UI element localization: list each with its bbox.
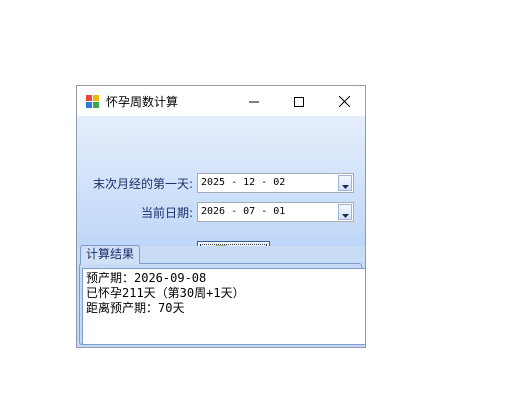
window-title: 怀孕周数计算: [106, 95, 179, 109]
lmp-dropdown-button[interactable]: [338, 175, 352, 191]
result-group-box: 计算结果 预产期：2026-09-08 已怀孕211天（第30周+1天） 距离预…: [79, 245, 366, 345]
maximize-icon: [294, 92, 304, 111]
lmp-label: 末次月经的第一天:: [92, 177, 193, 191]
result-text-area[interactable]: 预产期：2026-09-08 已怀孕211天（第30周+1天） 距离预产期：70…: [82, 268, 366, 345]
result-line-due-date: 预产期：2026-09-08: [86, 271, 207, 285]
today-date-value: 2026 - 07 - 01: [201, 206, 286, 217]
minimize-button[interactable]: [231, 86, 277, 116]
today-date-picker[interactable]: 2026 - 07 - 01: [197, 202, 354, 222]
today-dropdown-button[interactable]: [338, 204, 352, 220]
app-icon: [86, 94, 100, 108]
close-button[interactable]: [321, 86, 367, 116]
close-icon: [338, 92, 350, 111]
today-label: 当前日期:: [140, 206, 193, 220]
result-panel: 计算结果 预产期：2026-09-08 已怀孕211天（第30周+1天） 距离预…: [77, 245, 366, 347]
minimize-icon: [249, 92, 259, 111]
title-bar[interactable]: 怀孕周数计算: [77, 86, 365, 116]
maximize-button[interactable]: [276, 86, 322, 116]
result-group-title: 计算结果: [80, 245, 141, 264]
result-line-gestational-age: 已怀孕211天（第30周+1天）: [86, 286, 245, 300]
result-line-days-remaining: 距离预产期：70天: [86, 301, 185, 315]
lmp-date-value: 2025 - 12 - 02: [201, 177, 286, 188]
chevron-down-icon: [341, 203, 349, 222]
chevron-down-icon: [341, 174, 349, 193]
lmp-date-picker[interactable]: 2025 - 12 - 02: [197, 173, 354, 193]
app-window: 怀孕周数计算 末次月经的第一天: 2025 - 12 - 02 当前日期: 20…: [76, 85, 366, 348]
form-panel: 末次月经的第一天: 2025 - 12 - 02 当前日期: 2026 - 07…: [77, 116, 365, 263]
